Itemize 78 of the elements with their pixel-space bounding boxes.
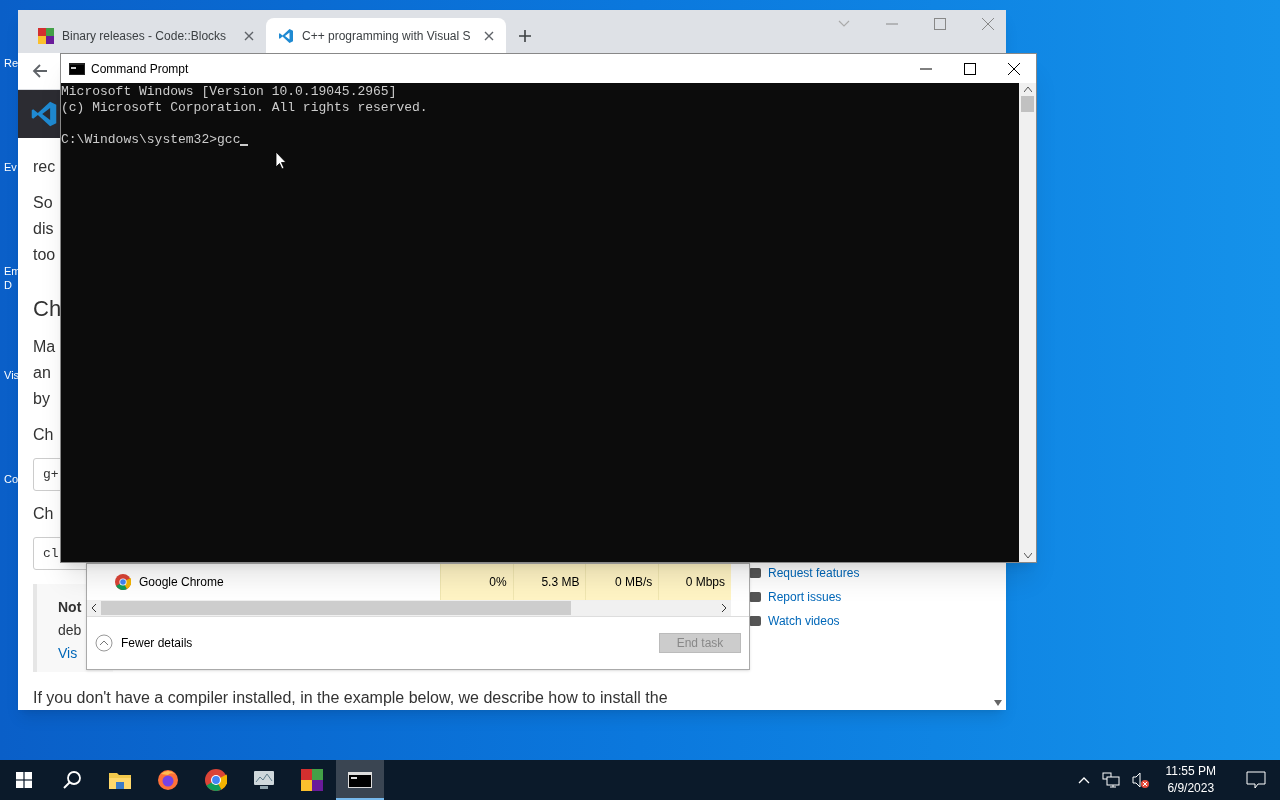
close-icon[interactable] xyxy=(484,30,494,41)
fewer-details-link[interactable]: Fewer details xyxy=(121,634,193,652)
search-icon xyxy=(62,770,82,790)
process-name: Google Chrome xyxy=(139,574,224,591)
minimize-icon[interactable] xyxy=(920,67,932,70)
four-squares-icon xyxy=(38,27,54,44)
time-text: 11:55 PM xyxy=(1165,763,1216,780)
scrollbar-thumb[interactable] xyxy=(101,601,571,615)
collapse-icon[interactable] xyxy=(95,634,113,652)
paragraph-text: by xyxy=(33,389,50,409)
link[interactable]: Vis xyxy=(58,642,78,664)
browser-tab[interactable]: C++ programming with Visual S xyxy=(266,18,506,53)
paragraph-text: Ma xyxy=(33,337,56,357)
section-heading: Ch xyxy=(33,295,62,323)
ribbon-logo-icon[interactable] xyxy=(30,100,58,128)
clock[interactable]: 11:55 PM 6/9/2023 xyxy=(1161,763,1220,797)
paragraph-text: an xyxy=(33,363,51,383)
paragraph-text: Ch xyxy=(33,425,54,445)
text-cursor xyxy=(240,144,249,146)
mouse-pointer-icon xyxy=(275,151,287,170)
close-icon[interactable] xyxy=(1008,62,1020,75)
link-icon xyxy=(748,567,762,579)
scrollbar-thumb[interactable] xyxy=(1021,96,1034,112)
console-line: C:\Windows\system32>gcc xyxy=(61,132,241,148)
terminal-icon xyxy=(69,62,85,75)
table-cell: 0 MB/s xyxy=(585,564,659,600)
paragraph-text: If you don't have a compiler installed, in the example below, we describe how to install the xyxy=(33,688,668,708)
monitor-icon xyxy=(252,769,276,791)
back-arrow-icon[interactable] xyxy=(32,63,48,79)
paragraph-text: too xyxy=(33,245,56,265)
paragraph-text: Ch xyxy=(33,504,54,524)
paragraph-text: So xyxy=(33,193,53,213)
console-line: (c) Microsoft Corporation. All rights reserved. xyxy=(61,100,429,116)
scroll-down-icon[interactable] xyxy=(1023,553,1032,558)
note-title: Not xyxy=(58,598,82,617)
note-text: deb xyxy=(58,621,82,640)
ribbon-logo-icon xyxy=(278,27,294,44)
table-cell: 0 Mbps xyxy=(658,564,731,600)
browser-tab[interactable]: Binary releases - Code::Blocks xyxy=(26,18,266,53)
new-tab-icon[interactable] xyxy=(518,29,532,43)
paragraph-text: dis xyxy=(33,219,54,239)
network-icon[interactable] xyxy=(1101,772,1120,788)
desktop-icon-label[interactable]: D xyxy=(4,280,12,291)
chevron-up-icon[interactable] xyxy=(1077,776,1090,784)
link[interactable]: Report issues xyxy=(768,588,842,606)
browser-icon xyxy=(205,769,227,791)
terminal-icon xyxy=(348,772,372,788)
scroll-up-icon[interactable] xyxy=(1023,87,1032,92)
desktop-icon-label[interactable]: Co xyxy=(4,474,19,485)
scroll-right-icon[interactable] xyxy=(721,604,727,612)
folder-icon xyxy=(109,771,131,789)
four-squares-icon xyxy=(301,769,323,791)
maximize-icon[interactable] xyxy=(964,62,976,75)
table-cell: 0% xyxy=(439,564,513,600)
desktop-icon-label[interactable]: Vis xyxy=(4,370,20,381)
start-icon xyxy=(16,772,32,788)
console-line: Microsoft Windows [Version 10.0.19045.2965] xyxy=(61,84,398,100)
muted-speaker-icon[interactable] xyxy=(1131,772,1150,788)
table-cell: 5.3 MB xyxy=(512,564,586,600)
notification-icon[interactable] xyxy=(1246,771,1266,789)
desktop-icon-label[interactable]: Re xyxy=(4,58,19,69)
fox-globe-icon xyxy=(157,769,179,791)
vertical-scrollbar[interactable] xyxy=(1019,83,1036,562)
tab-title: C++ programming with Visual S xyxy=(302,27,472,45)
window-title: Command Prompt xyxy=(91,60,189,78)
link-icon xyxy=(748,591,762,603)
horizontal-scrollbar[interactable] xyxy=(87,600,731,616)
scroll-down-icon[interactable] xyxy=(994,700,1002,706)
link-icon xyxy=(748,615,762,627)
browser-icon xyxy=(115,574,131,590)
link[interactable]: Watch videos xyxy=(768,612,840,630)
link[interactable]: Request features xyxy=(768,564,860,582)
taskbar-button[interactable] xyxy=(336,760,384,800)
desktop-icon-label[interactable]: Ev xyxy=(4,162,17,173)
date-text: 6/9/2023 xyxy=(1167,780,1215,797)
scroll-left-icon[interactable] xyxy=(91,604,97,612)
paragraph-text: rec xyxy=(33,157,56,177)
tab-title: Binary releases - Code::Blocks xyxy=(62,27,228,45)
